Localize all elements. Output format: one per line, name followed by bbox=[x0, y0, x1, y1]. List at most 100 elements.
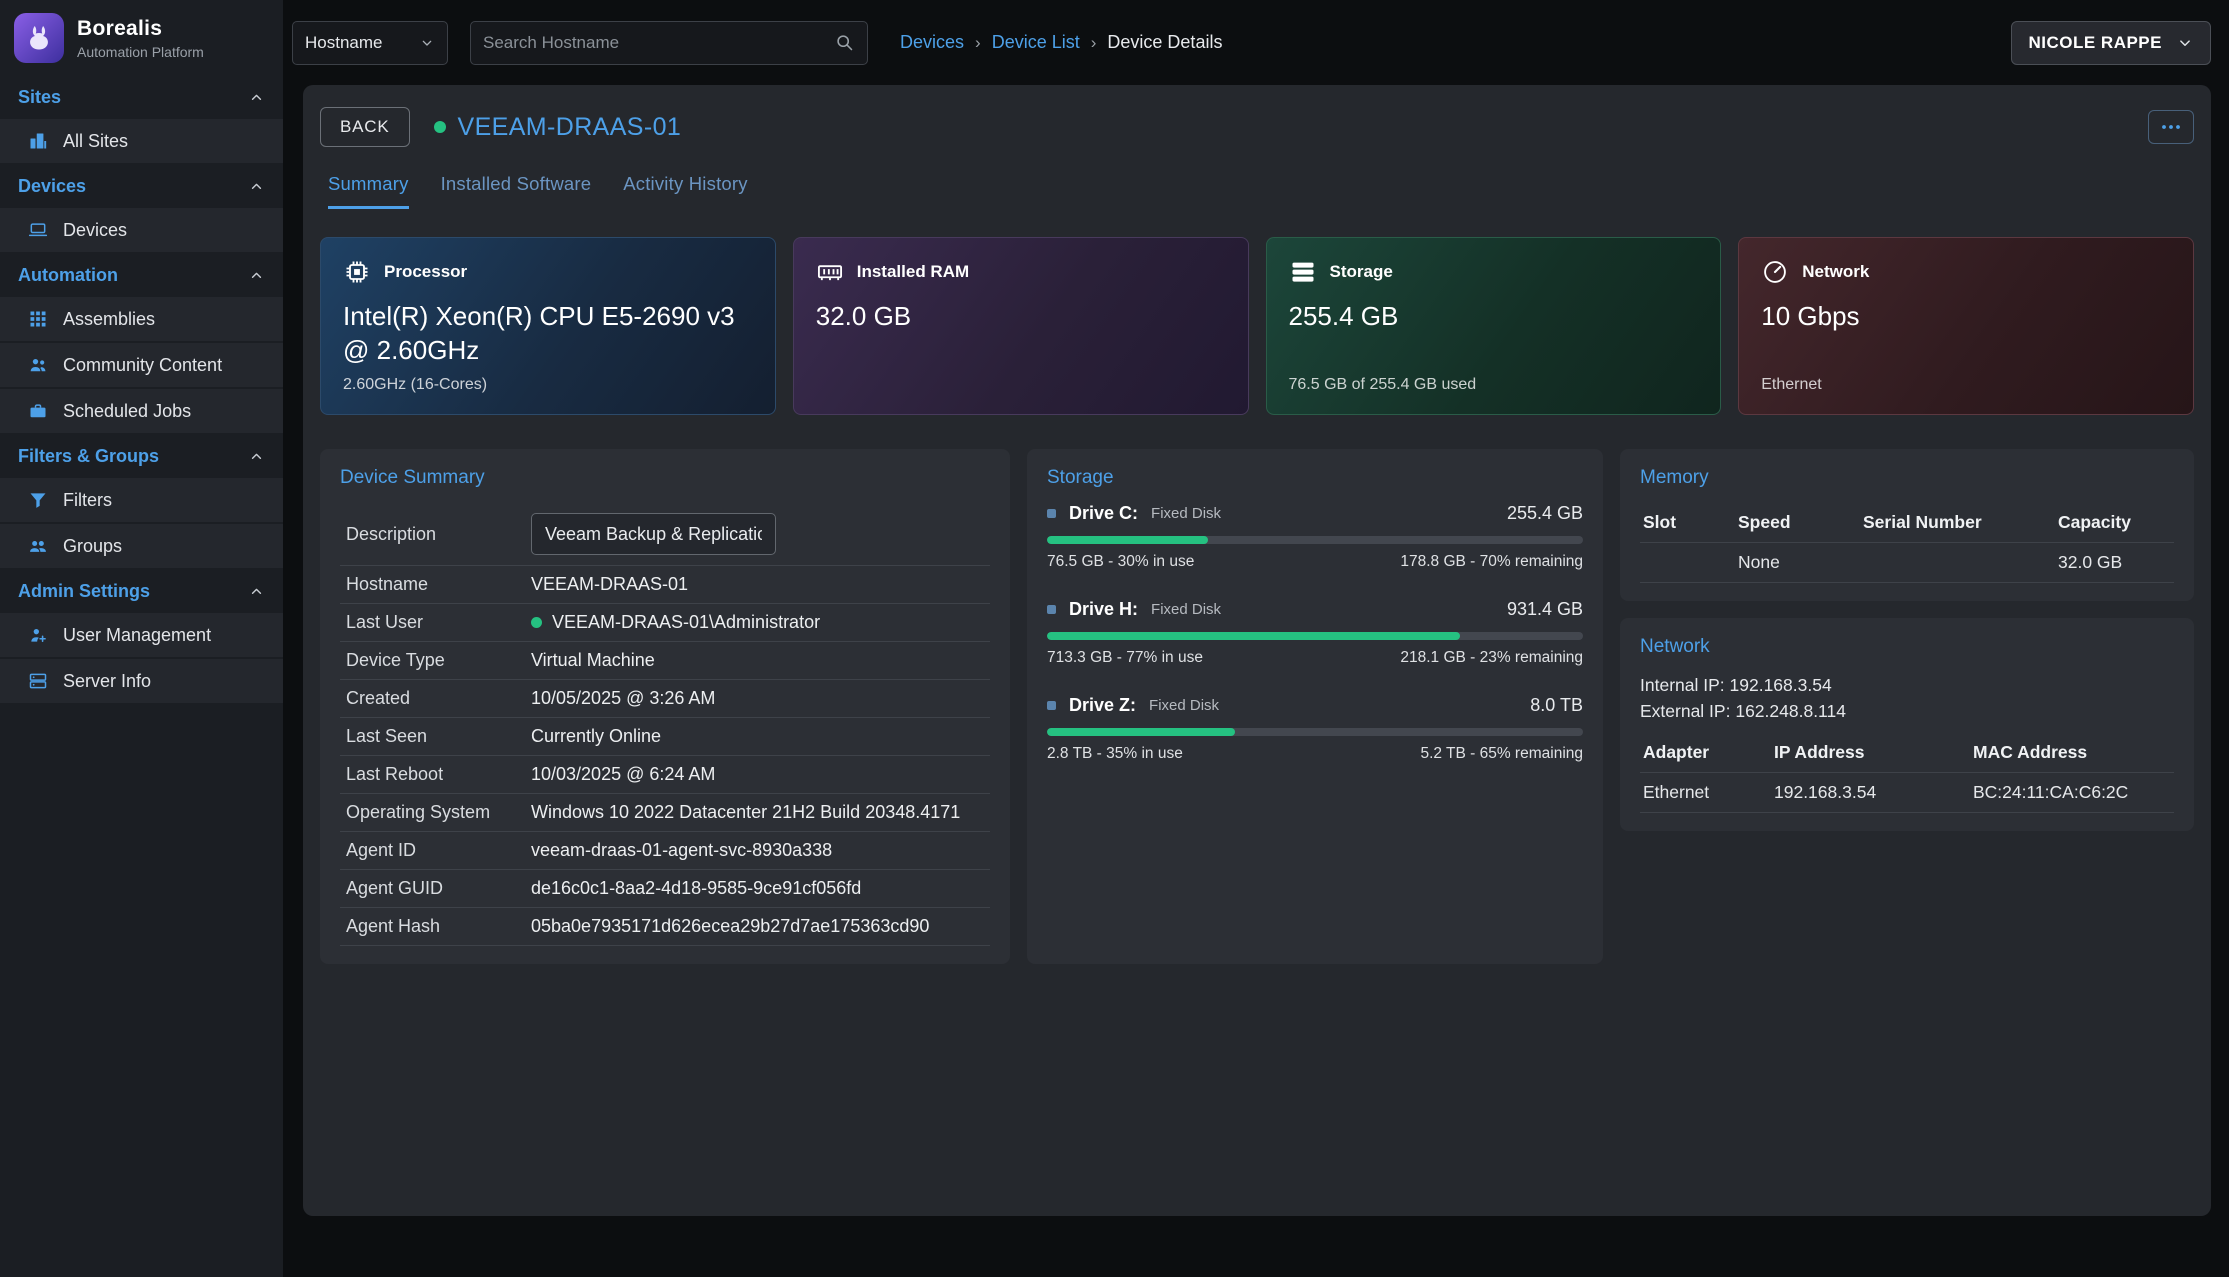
summary-row-last-user: Last User VEEAM-DRAAS-01\Administrator bbox=[340, 604, 990, 642]
panel-title: Storage bbox=[1047, 467, 1583, 489]
sidebar-section-sites[interactable]: Sites bbox=[0, 76, 283, 119]
drive-usage-bar bbox=[1047, 728, 1583, 736]
sidebar-item-all-sites[interactable]: All Sites bbox=[0, 119, 283, 163]
row-label: Operating System bbox=[346, 802, 531, 823]
card-footer: Ethernet bbox=[1761, 376, 2171, 394]
network-panel: Network Internal IP: 192.168.3.54 Extern… bbox=[1620, 618, 2194, 831]
storage-stack-icon bbox=[1289, 258, 1317, 286]
sidebar-item-label: Server Info bbox=[63, 671, 151, 692]
description-input[interactable] bbox=[531, 513, 776, 555]
sidebar-section-automation[interactable]: Automation bbox=[0, 254, 283, 297]
gauge-icon bbox=[1761, 258, 1789, 286]
section-label: Devices bbox=[18, 176, 86, 197]
chevron-up-icon bbox=[248, 583, 265, 600]
row-label: Agent Hash bbox=[346, 916, 531, 937]
external-ip-label: External IP: bbox=[1640, 701, 1730, 721]
row-label: Hostname bbox=[346, 574, 531, 595]
breadcrumb-devices[interactable]: Devices bbox=[900, 32, 964, 53]
search-box bbox=[470, 21, 868, 65]
drive-type: Fixed Disk bbox=[1151, 505, 1221, 522]
sidebar-item-devices[interactable]: Devices bbox=[0, 208, 283, 252]
drive-name: Drive Z: bbox=[1069, 695, 1136, 716]
drive-bullet-icon bbox=[1047, 605, 1056, 614]
summary-row-agent-hash: Agent Hash 05ba0e7935171d626ecea29b27d7a… bbox=[340, 908, 990, 946]
brand-block[interactable]: Borealis Automation Platform bbox=[0, 0, 283, 76]
cpu-icon bbox=[343, 258, 371, 286]
card-value: 10 Gbps bbox=[1761, 300, 2171, 334]
section-label: Admin Settings bbox=[18, 581, 150, 602]
storage-panel: Storage Drive C: Fixed Disk 255.4 GB 76.… bbox=[1027, 449, 1603, 964]
search-input[interactable] bbox=[483, 33, 834, 53]
row-value: veeam-draas-01-agent-svc-8930a338 bbox=[531, 840, 832, 861]
ram-icon bbox=[816, 258, 844, 286]
more-options-button[interactable] bbox=[2148, 110, 2194, 144]
sidebar-item-groups[interactable]: Groups bbox=[0, 524, 283, 568]
server-icon bbox=[28, 671, 48, 691]
stat-card-network: Network 10 Gbps Ethernet bbox=[1738, 237, 2194, 415]
adapter-mac: BC:24:11:CA:C6:2C bbox=[1973, 782, 2171, 803]
internal-ip-line: Internal IP: 192.168.3.54 bbox=[1640, 672, 2174, 698]
tab-installed-software[interactable]: Installed Software bbox=[441, 173, 592, 209]
adapter-ip: 192.168.3.54 bbox=[1774, 782, 1973, 803]
sidebar-item-community-content[interactable]: Community Content bbox=[0, 343, 283, 387]
hostname-filter-value: Hostname bbox=[305, 33, 382, 53]
drive-remaining-text: 218.1 GB - 23% remaining bbox=[1400, 649, 1583, 667]
sidebar-item-scheduled-jobs[interactable]: Scheduled Jobs bbox=[0, 389, 283, 433]
row-label: Last Seen bbox=[346, 726, 531, 747]
sidebar-item-label: Groups bbox=[63, 536, 122, 557]
row-label: Device Type bbox=[346, 650, 531, 671]
tab-activity-history[interactable]: Activity History bbox=[623, 173, 748, 209]
tab-summary[interactable]: Summary bbox=[328, 173, 409, 209]
summary-row-last-seen: Last Seen Currently Online bbox=[340, 718, 990, 756]
network-table-header: Adapter IP Address MAC Address bbox=[1640, 733, 2174, 773]
card-footer: 2.60GHz (16-Cores) bbox=[343, 376, 753, 394]
more-options-icon bbox=[2159, 115, 2183, 139]
drive-usage-fill bbox=[1047, 536, 1208, 544]
chevron-up-icon bbox=[248, 178, 265, 195]
row-value: 10/03/2025 @ 6:24 AM bbox=[531, 764, 715, 785]
row-value: Currently Online bbox=[531, 726, 661, 747]
breadcrumb-separator: › bbox=[1091, 33, 1097, 53]
sidebar-section-filters-groups[interactable]: Filters & Groups bbox=[0, 435, 283, 478]
sidebar-item-user-management[interactable]: User Management bbox=[0, 613, 283, 657]
brand-text: Borealis Automation Platform bbox=[77, 17, 204, 60]
briefcase-icon bbox=[28, 401, 48, 421]
people-icon bbox=[28, 355, 48, 375]
sidebar-item-server-info[interactable]: Server Info bbox=[0, 659, 283, 703]
internal-ip-label: Internal IP: bbox=[1640, 675, 1725, 695]
row-label: Created bbox=[346, 688, 531, 709]
device-details-page: BACK VEEAM-DRAAS-01 Summary Installed So… bbox=[303, 85, 2211, 1216]
sidebar-item-label: Scheduled Jobs bbox=[63, 401, 191, 422]
panel-title: Network bbox=[1640, 636, 2174, 658]
col-mac-address: MAC Address bbox=[1973, 742, 2171, 763]
sidebar-item-filters[interactable]: Filters bbox=[0, 478, 283, 522]
app-root: Borealis Automation Platform Sites All S… bbox=[0, 0, 2229, 1277]
page-title: VEEAM-DRAAS-01 bbox=[458, 113, 682, 142]
card-title: Processor bbox=[384, 262, 467, 282]
back-button[interactable]: BACK bbox=[320, 107, 410, 147]
breadcrumb-device-list[interactable]: Device List bbox=[992, 32, 1080, 53]
groups-icon bbox=[28, 536, 48, 556]
page-header: BACK VEEAM-DRAAS-01 bbox=[320, 107, 2194, 147]
panel-title: Memory bbox=[1640, 467, 2174, 489]
chevron-up-icon bbox=[248, 89, 265, 106]
sidebar-section-admin-settings[interactable]: Admin Settings bbox=[0, 570, 283, 613]
user-menu-button[interactable]: NICOLE RAPPE bbox=[2011, 21, 2211, 65]
hostname-filter-select[interactable]: Hostname bbox=[292, 21, 448, 65]
external-ip-value: 162.248.8.114 bbox=[1735, 701, 1846, 721]
drive-bullet-icon bbox=[1047, 701, 1056, 710]
drive-usage-bar bbox=[1047, 632, 1583, 640]
drive-usage-fill bbox=[1047, 632, 1460, 640]
internal-ip-value: 192.168.3.54 bbox=[1730, 675, 1832, 695]
filter-funnel-icon bbox=[28, 490, 48, 510]
search-icon[interactable] bbox=[834, 32, 855, 53]
main-area: Hostname Devices › Device List › Device … bbox=[283, 0, 2229, 1277]
summary-row-agent-guid: Agent GUID de16c0c1-8aa2-4d18-9585-9ce91… bbox=[340, 870, 990, 908]
sidebar-item-assemblies[interactable]: Assemblies bbox=[0, 297, 283, 341]
panel-title: Device Summary bbox=[340, 467, 990, 489]
col-serial-number: Serial Number bbox=[1863, 512, 2058, 533]
sidebar-item-label: User Management bbox=[63, 625, 211, 646]
sidebar-section-devices[interactable]: Devices bbox=[0, 165, 283, 208]
drive-usage-fill bbox=[1047, 728, 1235, 736]
row-value: 05ba0e7935171d626ecea29b27d7ae175363cd90 bbox=[531, 916, 929, 937]
